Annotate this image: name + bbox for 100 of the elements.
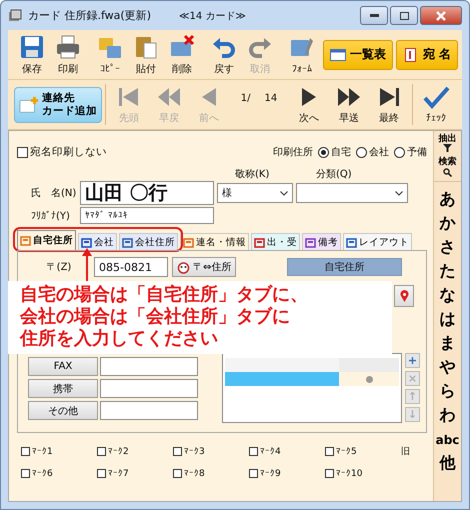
index-letter[interactable]: は xyxy=(440,308,456,332)
contact-field[interactable] xyxy=(100,379,198,398)
navigation-button[interactable]: 次へ xyxy=(289,84,329,125)
tab[interactable]: レイアウト xyxy=(343,233,412,250)
instruction-line: 自宅の場合は「自宅住所」タブに、 xyxy=(20,284,308,306)
close-button[interactable] xyxy=(420,6,462,25)
contact-field[interactable] xyxy=(100,357,198,376)
search-button[interactable]: 検索 xyxy=(434,158,461,182)
view-button[interactable]: 一覧表 xyxy=(323,40,393,70)
honorific-dropdown[interactable]: 様 xyxy=(217,183,293,203)
index-letter[interactable]: や xyxy=(440,356,456,380)
mark-checkbox[interactable]: ﾏｰｸ9 xyxy=(249,468,325,479)
address-radio[interactable]: 自宅 xyxy=(318,145,351,159)
index-letter[interactable]: わ xyxy=(440,404,456,428)
toolbar-button[interactable]: ﾌｫｰﾑ xyxy=(284,34,320,75)
address-radio[interactable]: 予備 xyxy=(394,145,427,159)
instruction-line: 住所を入力してください xyxy=(20,328,218,350)
category-dropdown[interactable] xyxy=(296,183,408,203)
contact-type-button[interactable]: その他 xyxy=(28,401,98,420)
toolbar-button[interactable]: 印刷 xyxy=(50,33,86,76)
chevron-icon xyxy=(280,190,288,196)
no-print-checkbox[interactable]: 宛名印刷しない xyxy=(17,145,107,159)
mark-checkbox[interactable]: ﾏｰｸ1 xyxy=(21,445,97,458)
name-label: 氏 名(N) xyxy=(30,186,77,200)
card-total: 14 xyxy=(264,93,278,104)
tab-icon xyxy=(122,236,133,248)
postal-code-field[interactable]: 085-0821 xyxy=(94,257,168,277)
tab-icon xyxy=(254,236,265,248)
mascot-icon xyxy=(177,260,190,274)
filter-button[interactable]: 抽出 xyxy=(438,135,456,152)
postal-label: 〒(Z) xyxy=(46,261,72,274)
mark-checkbox[interactable]: ﾏｰｸ7 xyxy=(97,468,173,479)
tab[interactable]: 自宅住所 xyxy=(17,230,76,250)
list-action-button[interactable]: + xyxy=(405,353,420,368)
toolbar-button[interactable]: 戻す xyxy=(206,33,242,76)
furigana-label: ﾌﾘｶﾞﾅ(Y) xyxy=(30,210,71,222)
map-button[interactable] xyxy=(394,285,414,307)
tab-icon xyxy=(346,236,357,248)
mark-checkbox[interactable]: ﾏｰｸ10 xyxy=(325,468,401,479)
minimize-icon xyxy=(370,14,378,18)
index-letter[interactable]: 他 xyxy=(440,452,456,476)
close-icon xyxy=(436,10,446,20)
mark-checkbox[interactable]: ﾏｰｸ3 xyxy=(173,445,249,458)
toolbar-button[interactable]: 保存 xyxy=(14,33,50,76)
navigation-button[interactable]: 早送 xyxy=(329,84,369,125)
index-letter[interactable]: な xyxy=(440,284,456,308)
checkmark-icon xyxy=(422,85,450,111)
maximize-button[interactable] xyxy=(390,6,418,25)
add-card-icon xyxy=(19,94,39,114)
index-letter[interactable]: か xyxy=(440,212,456,236)
mark-checkbox[interactable]: ﾏｰｸ6 xyxy=(21,468,97,479)
tab[interactable]: 備考 xyxy=(302,233,341,250)
tab[interactable]: 会社 xyxy=(78,233,117,250)
toolbar-button[interactable]: 貼付 xyxy=(128,33,164,76)
list-row[interactable] xyxy=(225,372,399,386)
card-position: 1/ xyxy=(240,93,250,104)
dot-icon xyxy=(366,376,373,382)
tab-icon xyxy=(305,236,316,248)
toolbar-button[interactable]: 削除 xyxy=(164,33,200,76)
index-letter[interactable]: abc xyxy=(436,428,460,452)
tab[interactable]: 会社住所 xyxy=(119,233,178,250)
map-pin-icon xyxy=(400,290,408,302)
maximize-icon xyxy=(400,12,408,20)
navigation-button[interactable]: 最終 xyxy=(369,84,409,125)
check-button[interactable]: ﾁｪｯｸ xyxy=(416,85,456,124)
filter-icon xyxy=(443,144,452,152)
name-field[interactable]: 山田 〇行 xyxy=(80,181,214,205)
address-radio[interactable]: 会社 xyxy=(356,145,389,159)
chevron-icon xyxy=(395,190,403,196)
contact-field[interactable] xyxy=(100,401,198,420)
table-icon xyxy=(330,48,346,62)
tab-icon xyxy=(81,236,92,248)
mark-checkbox[interactable]: ﾏｰｸ5 xyxy=(325,445,401,458)
contact-type-button[interactable]: 携帯 xyxy=(28,379,98,398)
toolbar-button[interactable]: ｺﾋﾟｰ xyxy=(92,34,128,75)
index-letter[interactable]: さ xyxy=(440,236,456,260)
search-icon xyxy=(443,168,452,177)
print-address-label: 印刷住所 xyxy=(273,146,313,159)
mark-checkbox[interactable]: ﾏｰｸ2 xyxy=(97,445,173,458)
contact-type-button[interactable]: FAX xyxy=(28,357,98,376)
postal-convert-button[interactable]: 〒⇔住所 xyxy=(172,257,236,277)
tab[interactable]: 出・受 xyxy=(251,233,300,250)
index-letter[interactable]: ら xyxy=(440,380,456,404)
minimize-button[interactable] xyxy=(360,6,388,25)
index-letter[interactable]: ま xyxy=(440,332,456,356)
window-title: カード 住所録.fwa(更新) xyxy=(28,8,151,23)
view-button[interactable]: 宛 名 xyxy=(396,40,458,70)
old-label: 旧 xyxy=(401,446,411,458)
tab-icon xyxy=(183,236,194,248)
index-letter[interactable]: た xyxy=(440,260,456,284)
card-count: ≪14 カード≫ xyxy=(179,10,246,22)
index-letter[interactable]: あ xyxy=(440,188,456,212)
mark-checkbox[interactable]: ﾏｰｸ4 xyxy=(249,445,325,458)
add-card-button[interactable]: 連絡先 カード追加 xyxy=(14,86,102,122)
save-icon xyxy=(18,33,46,61)
tab[interactable]: 連名・情報 xyxy=(180,233,249,250)
card-file-icon xyxy=(8,9,22,22)
furigana-field[interactable]: ﾔﾏﾀﾞ ﾏﾙﾕｷ xyxy=(80,207,214,224)
category-label: 分類(Q) xyxy=(316,168,352,181)
mark-checkbox[interactable]: ﾏｰｸ8 xyxy=(173,468,249,479)
